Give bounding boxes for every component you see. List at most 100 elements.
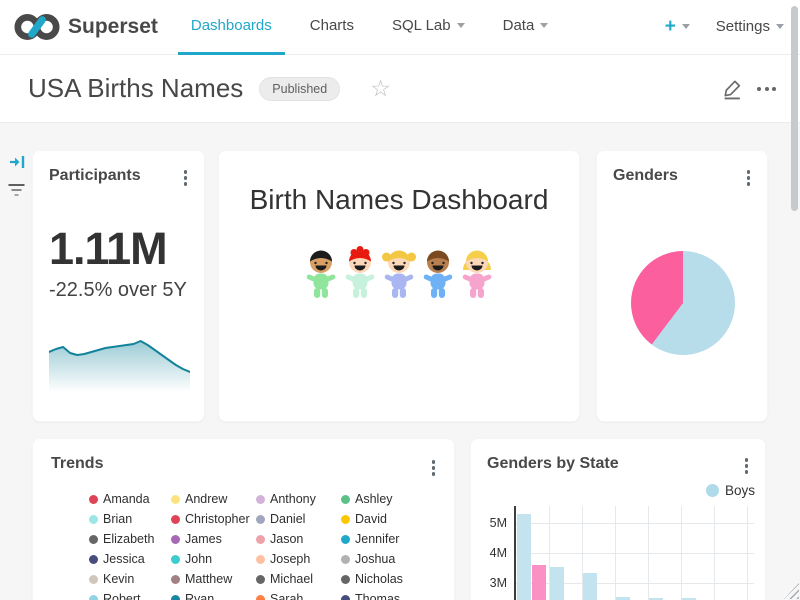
legend-item-joseph[interactable]: Joseph [256, 552, 341, 566]
sparkline-area [49, 341, 190, 395]
superset-logo[interactable]: Superset [14, 10, 158, 44]
filter-icon[interactable] [8, 182, 25, 199]
legend-item-john[interactable]: John [171, 552, 256, 566]
kebab-menu-icon[interactable] [430, 458, 438, 478]
legend-label: Elizabeth [103, 532, 154, 546]
legend-dot [171, 595, 180, 600]
legend-item-jennifer[interactable]: Jennifer [341, 532, 431, 546]
published-badge[interactable]: Published [259, 77, 340, 101]
legend-item-nicholas[interactable]: Nicholas [341, 572, 431, 586]
legend-dot [171, 515, 180, 524]
nav-item-label: SQL Lab [392, 17, 451, 34]
legend-item-kevin[interactable]: Kevin [89, 572, 171, 586]
legend-item-ryan[interactable]: Ryan [171, 592, 256, 600]
gridline [516, 553, 754, 554]
legend-label: Daniel [270, 512, 305, 526]
gridline [516, 523, 754, 524]
expand-filter-bar-icon[interactable] [9, 153, 27, 171]
legend-dot [341, 555, 350, 564]
trends-legend: Amanda Andrew Anthony Ashley Brian Christophe… [89, 489, 431, 600]
genders-by-state-card: Genders by State Boys 5M4M3M [470, 438, 766, 600]
legend-item-david[interactable]: David [341, 512, 431, 526]
settings-menu[interactable]: Settings [716, 18, 784, 35]
legend-dot [171, 555, 180, 564]
nav-item-data[interactable]: Data [490, 0, 562, 55]
legend-label: Amanda [103, 492, 150, 506]
bar-girls[interactable] [532, 565, 546, 600]
kebab-menu-icon[interactable] [743, 456, 751, 476]
new-item-button[interactable]: + [665, 17, 690, 36]
legend-item-matthew[interactable]: Matthew [171, 572, 256, 586]
star-outline-icon[interactable]: ☆ [370, 77, 391, 100]
kebab-menu-icon[interactable] [182, 168, 190, 188]
superset-infinity-icon [14, 10, 60, 44]
legend-label: John [185, 552, 212, 566]
more-horizontal-icon[interactable] [757, 87, 776, 91]
legend-item-amanda[interactable]: Amanda [89, 492, 171, 506]
baby-emoji [381, 245, 417, 299]
legend-dot [256, 535, 265, 544]
legend-label: Boys [725, 483, 755, 498]
legend-item-andrew[interactable]: Andrew [171, 492, 256, 506]
nav-item-label: Data [503, 17, 535, 34]
legend-item-joshua[interactable]: Joshua [341, 552, 431, 566]
legend-dot [341, 595, 350, 600]
legend-label: Brian [103, 512, 132, 526]
legend-item-thomas[interactable]: Thomas [341, 592, 431, 600]
legend-label: Joseph [270, 552, 310, 566]
legend-item-daniel[interactable]: Daniel [256, 512, 341, 526]
chart-title: Genders [613, 167, 678, 185]
legend-item-sarah[interactable]: Sarah [256, 592, 341, 600]
legend-label: Christopher [185, 512, 250, 526]
legend-dot [256, 495, 265, 504]
bar-boys[interactable] [583, 573, 597, 600]
genders-pie-chart[interactable] [631, 251, 735, 355]
baby-emoji [342, 245, 378, 299]
legend-label: Ashley [355, 492, 393, 506]
legend-item-elizabeth[interactable]: Elizabeth [89, 532, 171, 546]
legend-item-jessica[interactable]: Jessica [89, 552, 171, 566]
legend-dot [341, 575, 350, 584]
baby-emoji [303, 245, 339, 299]
bar-boys[interactable] [517, 514, 531, 600]
kebab-menu-icon[interactable] [745, 168, 753, 188]
baby-emoji [459, 245, 495, 299]
legend-item-christopher[interactable]: Christopher [171, 512, 256, 526]
legend-label: Jessica [103, 552, 145, 566]
legend-dot [89, 515, 98, 524]
scrollbar[interactable] [791, 6, 798, 211]
nav-right-actions: + Settings [665, 0, 784, 53]
legend-label: Robert [103, 592, 141, 600]
superset-app: Superset DashboardsCharts SQL Lab Data + S… [0, 0, 800, 600]
legend-item-anthony[interactable]: Anthony [256, 492, 341, 506]
legend-item-james[interactable]: James [171, 532, 256, 546]
legend-item-robert[interactable]: Robert [89, 592, 171, 600]
legend-item-brian[interactable]: Brian [89, 512, 171, 526]
participants-card: Participants 1.11M -22.5% over 5Y [32, 150, 205, 422]
legend-label: James [185, 532, 222, 546]
sparkline-chart [49, 339, 190, 395]
nav-item-sql-lab[interactable]: SQL Lab [379, 0, 478, 55]
ytick-label: 3M [479, 576, 507, 590]
legend-item-jason[interactable]: Jason [256, 532, 341, 546]
bar-boys[interactable] [616, 597, 630, 600]
legend-item-boys[interactable]: Boys [706, 483, 755, 498]
legend-dot [341, 515, 350, 524]
nav-item-charts[interactable]: Charts [297, 0, 367, 55]
bar-boys[interactable] [550, 567, 564, 600]
ytick-label: 4M [479, 546, 507, 560]
nav-item-dashboards[interactable]: Dashboards [178, 0, 285, 55]
legend-label: Matthew [185, 572, 232, 586]
nav-menu: DashboardsCharts SQL Lab Data [172, 0, 567, 55]
legend-label: Thomas [355, 592, 400, 600]
legend-dot [89, 555, 98, 564]
legend-label: Anthony [270, 492, 316, 506]
legend-dot [341, 535, 350, 544]
legend-label: David [355, 512, 387, 526]
legend-dot [706, 484, 719, 497]
legend-item-michael[interactable]: Michael [256, 572, 341, 586]
page-title: USA Births Names [28, 73, 243, 104]
pencil-icon[interactable] [722, 78, 743, 100]
legend-item-ashley[interactable]: Ashley [341, 492, 431, 506]
gbs-plot[interactable] [516, 506, 754, 600]
